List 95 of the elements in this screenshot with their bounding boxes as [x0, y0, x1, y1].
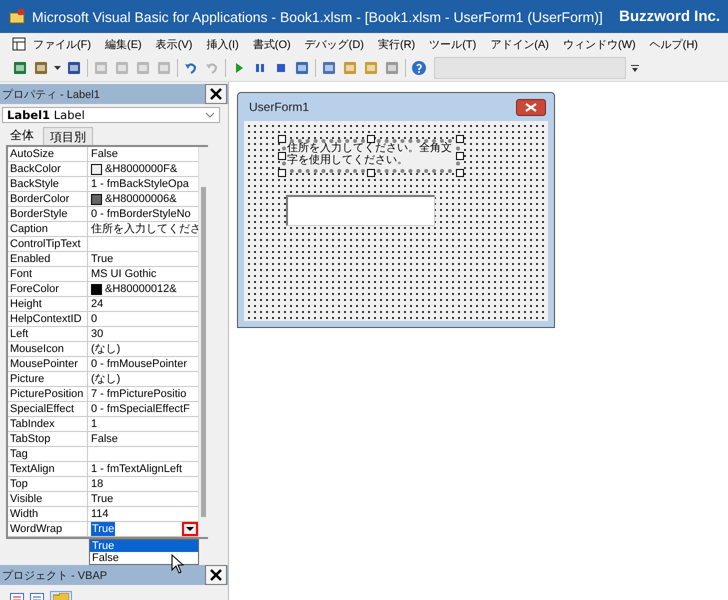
- resize-handle[interactable]: [278, 169, 286, 177]
- property-name: BackStyle: [8, 177, 88, 191]
- resize-handle[interactable]: [456, 152, 464, 160]
- close-button[interactable]: [205, 565, 227, 585]
- property-name: Visible: [8, 492, 88, 506]
- property-name: Caption: [8, 222, 88, 236]
- menu-item[interactable]: 表示(V): [148, 36, 200, 52]
- property-value: False: [91, 432, 118, 446]
- property-value: 1: [91, 417, 98, 431]
- property-value: MS UI Gothic: [91, 267, 156, 281]
- property-name: Picture: [8, 372, 88, 386]
- property-value: True: [91, 252, 114, 266]
- dropdown-button[interactable]: [182, 522, 198, 536]
- close-button[interactable]: [205, 84, 227, 104]
- property-value: &H8000000F&: [105, 162, 178, 176]
- resize-handle[interactable]: [278, 135, 286, 143]
- property-name: HelpContextID: [8, 312, 88, 326]
- userform-title: UserForm1: [249, 100, 310, 114]
- panel-title: プロパティ - Label1: [2, 88, 100, 102]
- menu-item[interactable]: 編集(E): [98, 36, 149, 52]
- resize-handle[interactable]: [367, 135, 375, 143]
- toolbar-position-field[interactable]: [434, 57, 626, 79]
- property-value: 114: [91, 507, 109, 521]
- vba-app-icon: [8, 8, 26, 24]
- menu-item[interactable]: 挿入(I): [199, 36, 246, 52]
- panel-title: プロジェクト - VBAP: [2, 568, 108, 582]
- menu-item[interactable]: ヘルプ(H): [642, 36, 705, 52]
- property-name: PicturePosition: [8, 387, 88, 401]
- property-value: 18: [91, 477, 104, 491]
- form-grid-icon[interactable]: [12, 37, 26, 51]
- property-name: TabIndex: [8, 417, 88, 431]
- property-name: BackColor: [8, 162, 88, 176]
- close-icon: [210, 88, 222, 100]
- property-name: Top: [8, 477, 88, 491]
- scrollbar[interactable]: [198, 147, 208, 537]
- property-value: 7 - fmPicturePositio: [91, 387, 186, 401]
- close-icon: [525, 102, 537, 112]
- menu-item[interactable]: ファイル(F): [26, 36, 98, 52]
- property-name: Enabled: [8, 252, 88, 266]
- property-name: Left: [8, 327, 88, 341]
- close-button[interactable]: [516, 98, 546, 116]
- window-title: Microsoft Visual Basic for Applications - Book1.xlsm - [Book1.xlsm - UserForm1 (UserForm)]: [32, 8, 604, 24]
- property-value: 24: [91, 297, 104, 311]
- menu-item[interactable]: デバッグ(D): [298, 36, 371, 52]
- object-selector[interactable]: Label1 Label: [2, 107, 220, 123]
- property-value: 30: [91, 327, 104, 341]
- property-name: Tag: [8, 447, 88, 461]
- text-box[interactable]: [286, 195, 435, 226]
- tab[interactable]: 項目別: [43, 127, 93, 145]
- property-value: &H80000006&: [105, 192, 177, 206]
- property-name: MousePointer: [8, 357, 88, 371]
- property-name: MouseIcon: [8, 342, 88, 356]
- menu-item[interactable]: 実行(R): [370, 36, 422, 52]
- property-name: ControlTipText: [8, 237, 88, 251]
- caret-icon[interactable]: [54, 66, 61, 70]
- help-icon[interactable]: [411, 60, 427, 76]
- menu-item[interactable]: ツール(T): [422, 36, 484, 52]
- property-value: 0: [91, 312, 98, 326]
- property-name: WordWrap: [8, 522, 88, 536]
- property-name: Font: [8, 267, 88, 281]
- resize-handle[interactable]: [456, 135, 464, 143]
- property-value: 1 - fmTextAlignLeft: [91, 462, 182, 476]
- property-value: True: [91, 492, 114, 506]
- property-name: Width: [8, 507, 88, 521]
- chevron-icon: [205, 112, 215, 118]
- dropdown-option[interactable]: True: [90, 540, 198, 552]
- property-name: AutoSize: [8, 147, 88, 161]
- brand-text: Buzzword Inc.: [619, 8, 720, 25]
- resize-handle[interactable]: [367, 169, 375, 177]
- property-value: 1 - fmBackStyleOpa: [91, 177, 189, 191]
- property-value: 住所を入力してくださ: [91, 222, 201, 236]
- property-value: False: [91, 147, 118, 161]
- property-value: &H80000012&: [105, 282, 177, 296]
- property-value: (なし): [91, 372, 120, 386]
- menu-item[interactable]: ウィンドウ(W): [556, 36, 643, 52]
- property-value: (なし): [91, 342, 120, 356]
- dropdown-option[interactable]: False: [90, 552, 198, 564]
- property-name: TabStop: [8, 432, 88, 446]
- property-name: Height: [8, 297, 88, 311]
- property-name: TextAlign: [8, 462, 88, 476]
- property-name: BorderColor: [8, 192, 88, 206]
- menu-item[interactable]: アドイン(A): [483, 36, 556, 52]
- menu-item[interactable]: 書式(O): [246, 36, 298, 52]
- resize-handle[interactable]: [278, 152, 286, 160]
- property-name: ForeColor: [8, 282, 88, 296]
- property-value: 0 - fmSpecialEffectF: [91, 402, 190, 416]
- toolbar-options-icon[interactable]: [631, 63, 639, 73]
- property-name: BorderStyle: [8, 207, 88, 221]
- property-value: 0 - fmBorderStyleNo: [91, 207, 191, 221]
- caret-icon: [186, 527, 194, 531]
- resize-handle[interactable]: [456, 169, 464, 177]
- property-value: 0 - fmMousePointer: [91, 357, 187, 371]
- property-value[interactable]: True: [91, 522, 116, 536]
- property-name: SpecialEffect: [8, 402, 88, 416]
- close-icon: [210, 569, 222, 581]
